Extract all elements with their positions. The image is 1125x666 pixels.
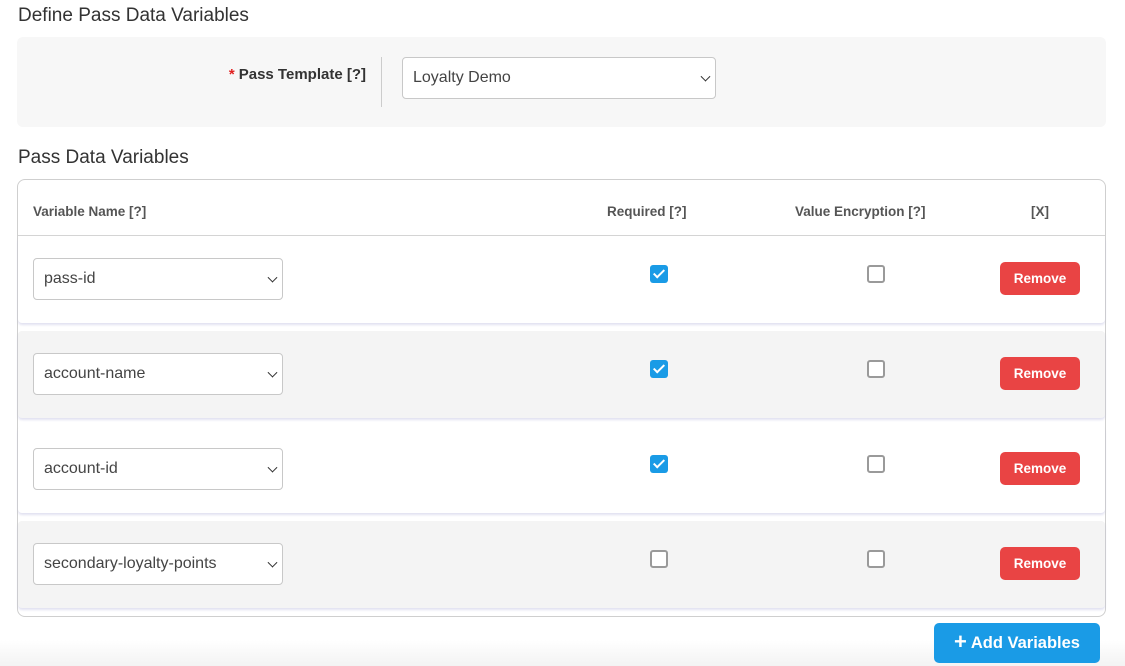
variable-name-value: pass-id — [44, 270, 96, 287]
required-checkbox[interactable] — [650, 265, 668, 283]
encryption-checkbox[interactable] — [867, 550, 885, 568]
pass-template-select[interactable]: Loyalty Demo — [402, 57, 716, 99]
variable-name-select[interactable]: pass-id — [33, 258, 283, 300]
required-marker: * — [228, 66, 235, 83]
table-header: Variable Name [?] Required [?] Value Enc… — [18, 180, 1105, 236]
chevron-down-icon — [267, 462, 278, 473]
plus-icon: + — [954, 629, 967, 654]
table-row: account-id Remove — [18, 426, 1105, 513]
pass-template-label-text[interactable]: Pass Template [?] — [239, 66, 366, 83]
remove-button[interactable]: Remove — [1000, 262, 1080, 295]
add-variables-label: Add Variables — [970, 633, 1080, 652]
table-row: account-name Remove — [18, 331, 1105, 418]
remove-button[interactable]: Remove — [1000, 452, 1080, 485]
required-checkbox[interactable] — [650, 455, 668, 473]
pass-template-value: Loyalty Demo — [413, 69, 511, 86]
template-panel: * Pass Template [?] Loyalty Demo — [17, 37, 1106, 127]
define-section-title: Define Pass Data Variables — [18, 5, 249, 26]
column-header-required[interactable]: Required [?] — [607, 204, 687, 219]
encryption-checkbox[interactable] — [867, 265, 885, 283]
column-header-variable-name[interactable]: Variable Name [?] — [33, 204, 146, 219]
column-header-remove: [X] — [1031, 204, 1049, 219]
chevron-down-icon — [267, 367, 278, 378]
remove-button[interactable]: Remove — [1000, 547, 1080, 580]
label-divider — [381, 57, 382, 107]
variables-section-title: Pass Data Variables — [18, 147, 189, 168]
variables-table: Variable Name [?] Required [?] Value Enc… — [17, 179, 1106, 617]
chevron-down-icon — [700, 71, 711, 82]
chevron-down-icon — [267, 557, 278, 568]
remove-button[interactable]: Remove — [1000, 357, 1080, 390]
required-checkbox[interactable] — [650, 550, 668, 568]
table-row: pass-id Remove — [18, 236, 1105, 323]
page: Define Pass Data Variables * Pass Templat… — [0, 0, 1125, 666]
encryption-checkbox[interactable] — [867, 360, 885, 378]
encryption-checkbox[interactable] — [867, 455, 885, 473]
chevron-down-icon — [267, 272, 278, 283]
variable-name-select[interactable]: account-name — [33, 353, 283, 395]
table-row: secondary-loyalty-points Remove — [18, 521, 1105, 608]
required-checkbox[interactable] — [650, 360, 668, 378]
variable-name-value: secondary-loyalty-points — [44, 555, 217, 572]
column-header-value-encryption[interactable]: Value Encryption [?] — [795, 204, 926, 219]
variable-name-select[interactable]: secondary-loyalty-points — [33, 543, 283, 585]
variable-name-value: account-id — [44, 460, 118, 477]
pass-template-label: * Pass Template [?] — [229, 66, 366, 83]
add-variables-button[interactable]: + Add Variables — [934, 623, 1100, 663]
variable-name-select[interactable]: account-id — [33, 448, 283, 490]
variable-name-value: account-name — [44, 365, 146, 382]
